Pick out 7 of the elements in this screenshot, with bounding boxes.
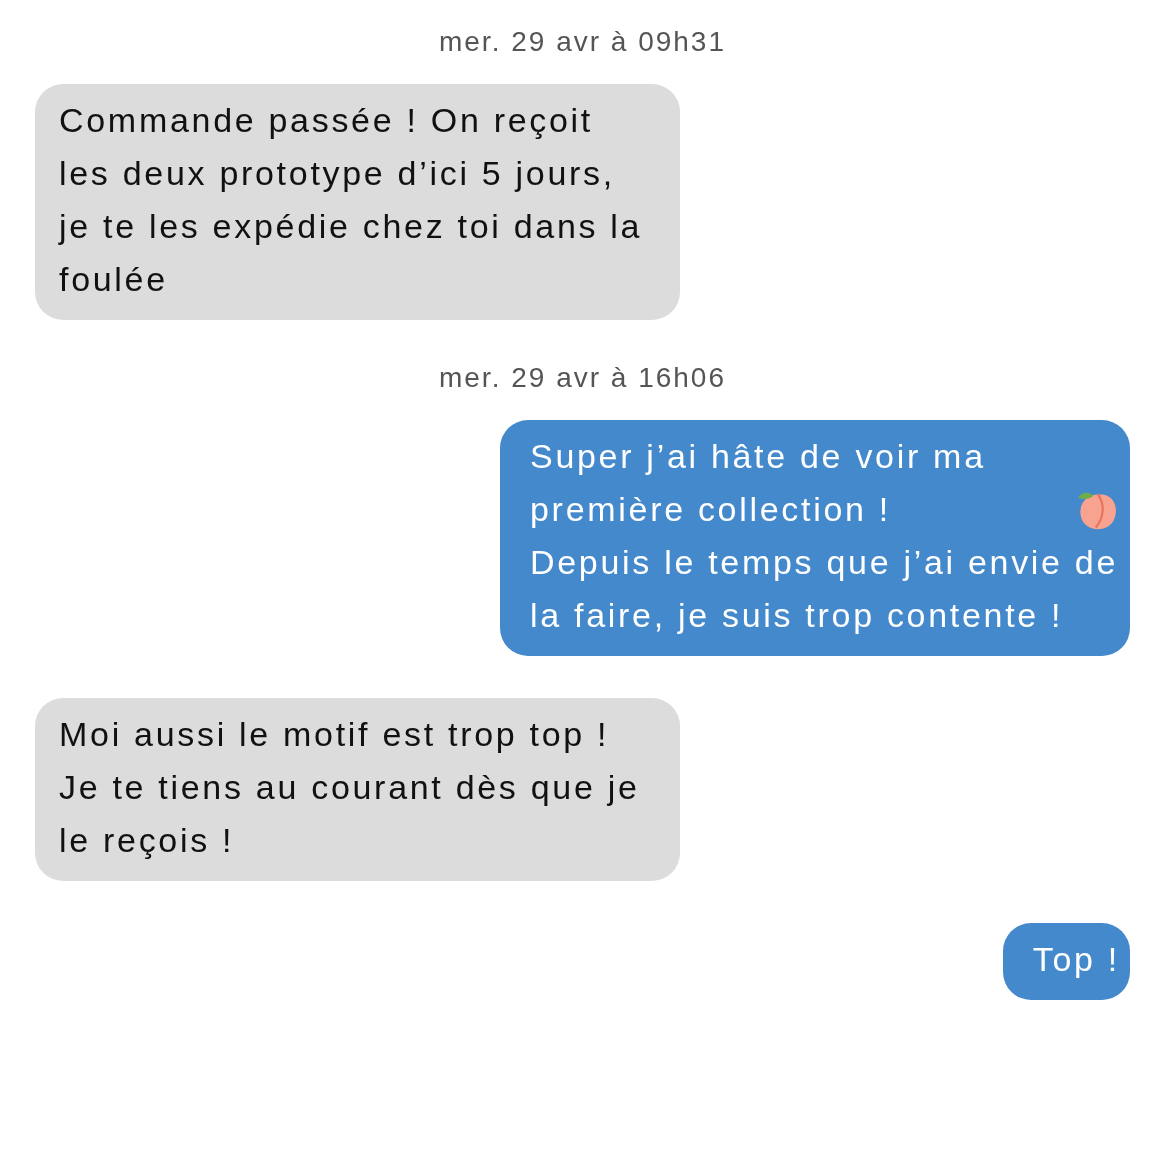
message-text: Top ! (1032, 939, 1120, 980)
message-text: Moi aussi le motif est trop top ! Je te tiens au courant dès que je le reçois ! (59, 714, 641, 861)
message-text: Commande passée ! On reçoit les deux prototype d’ici 5 jours, je te les expédie chez toi dans la foulée (59, 100, 644, 300)
timestamp: mer. 29 avr à 16h06 (437, 362, 727, 394)
message-text: Depuis le temps que j’ai envie de la faire, je suis trop contente ! (530, 542, 1120, 636)
timestamp: mer. 29 avr à 09h31 (437, 26, 727, 58)
message-text: Super j’ai hâte de voir ma première collection ! (530, 436, 987, 530)
